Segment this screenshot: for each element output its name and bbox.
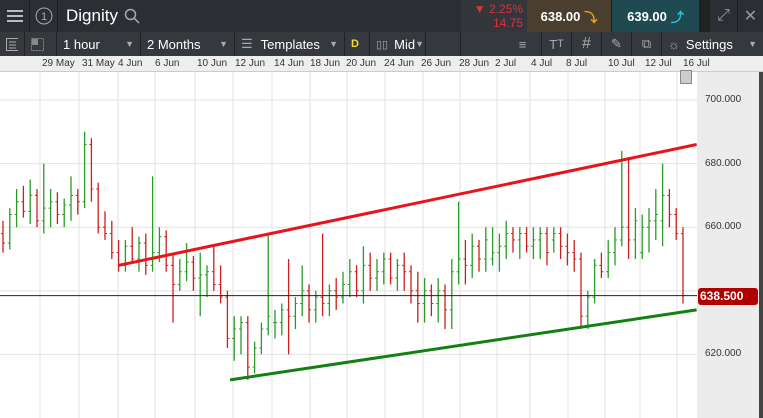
interval-value: 1 hour	[63, 36, 100, 52]
time-label: 20 Jun	[346, 58, 377, 69]
chart-toolbar: 1 hour ▼ 2 Months ▼ ☰ Templates ▼ D ▯▯ Mid ▼ ≡…	[0, 32, 763, 56]
price-tick-label: 680.000	[705, 157, 742, 169]
copy-icon[interactable]: ⧉	[632, 32, 662, 56]
range-select[interactable]: 2 Months ▼	[141, 32, 235, 56]
time-label: 4 Jul	[531, 58, 553, 69]
settings-label: Settings	[685, 36, 733, 52]
d-badge[interactable]: D	[345, 32, 370, 56]
time-label: 31 May	[82, 58, 115, 69]
price-axis[interactable]	[697, 72, 759, 418]
buy-button[interactable]: 639.00 ⤴	[612, 0, 700, 32]
time-label: 24 Jun	[384, 58, 415, 69]
link-group-icon[interactable]: 1	[30, 0, 58, 32]
header-bar: 1 Dignity ▼ 2.25% 14.75 638.00 ⤵ 639.00 ⤴ …	[0, 0, 763, 32]
instrument-name: Dignity	[66, 6, 118, 25]
time-label: 6 Jun	[155, 58, 180, 69]
maximize-icon[interactable]: ⤢	[710, 0, 738, 32]
support-trendline	[229, 308, 697, 382]
change-abs: 14.75	[492, 16, 523, 30]
arrow-up-icon: ⤴	[670, 9, 684, 25]
draw-grid-icon[interactable]: ✎	[602, 32, 632, 56]
gear-icon: ☼	[668, 36, 680, 52]
templates-icon: ☰	[241, 36, 253, 51]
templates-label: Templates	[260, 36, 320, 52]
list-icon[interactable]	[0, 32, 25, 56]
empty-slot	[426, 32, 461, 56]
time-label: 2 Jul	[495, 58, 517, 69]
price-type-select[interactable]: ▯▯ Mid ▼	[370, 32, 426, 56]
price-chart[interactable]	[0, 72, 763, 418]
time-label: 8 Jul	[566, 58, 588, 69]
buy-price: 639.00	[627, 8, 667, 24]
change-display: ▼ 2.25% 14.75	[461, 0, 527, 32]
templates-select[interactable]: ☰ Templates ▼	[235, 32, 345, 56]
menu-icon[interactable]	[0, 0, 30, 32]
text-size-icon[interactable]: TT	[542, 32, 572, 56]
candles-icon: ▯▯	[376, 38, 389, 51]
time-axis: 29 May 31 May 4 Jun 6 Jun 10 Jun 12 Jun 14 Jun…	[0, 56, 763, 72]
time-label: 12 Jul	[645, 58, 672, 69]
scroll-end-button[interactable]	[680, 70, 692, 84]
price-tick-label: 620.000	[705, 348, 742, 360]
time-label: 18 Jun	[310, 58, 341, 69]
time-label: 16 Jul	[683, 58, 710, 69]
time-label: 14 Jun	[274, 58, 305, 69]
right-scrollbar[interactable]	[759, 72, 763, 418]
svg-text:1: 1	[40, 11, 46, 23]
time-label: 26 Jun	[421, 58, 452, 69]
layout-icon[interactable]	[25, 32, 57, 56]
price-type-value: Mid	[394, 36, 416, 52]
sell-button[interactable]: 638.00 ⤵	[527, 0, 612, 32]
price-scale-icon[interactable]: ≡	[504, 32, 542, 56]
resistance-trendline	[118, 143, 697, 267]
settings-menu[interactable]: ☼ Settings ▼	[662, 32, 763, 56]
time-label: 28 Jun	[459, 58, 490, 69]
search-icon[interactable]	[124, 8, 140, 24]
instrument-search[interactable]: Dignity	[58, 6, 318, 26]
grid-icon[interactable]: #	[572, 32, 602, 56]
price-tick-label: 660.000	[705, 221, 742, 233]
change-pct: 2.25%	[488, 2, 523, 16]
current-price-label: 638.500	[698, 288, 758, 305]
time-label: 12 Jun	[235, 58, 266, 69]
time-label: 4 Jun	[118, 58, 143, 69]
interval-select[interactable]: 1 hour ▼	[57, 32, 141, 56]
time-label: 10 Jun	[197, 58, 228, 69]
close-icon[interactable]: ✕	[738, 0, 763, 32]
time-label: 29 May	[42, 58, 75, 69]
arrow-down-icon: ⤵	[584, 9, 598, 25]
range-value: 2 Months	[147, 36, 201, 52]
price-tick-label: 700.000	[705, 94, 742, 105]
sell-price: 638.00	[540, 8, 581, 24]
time-label: 10 Jul	[608, 58, 635, 69]
drag-handle[interactable]	[700, 0, 710, 32]
